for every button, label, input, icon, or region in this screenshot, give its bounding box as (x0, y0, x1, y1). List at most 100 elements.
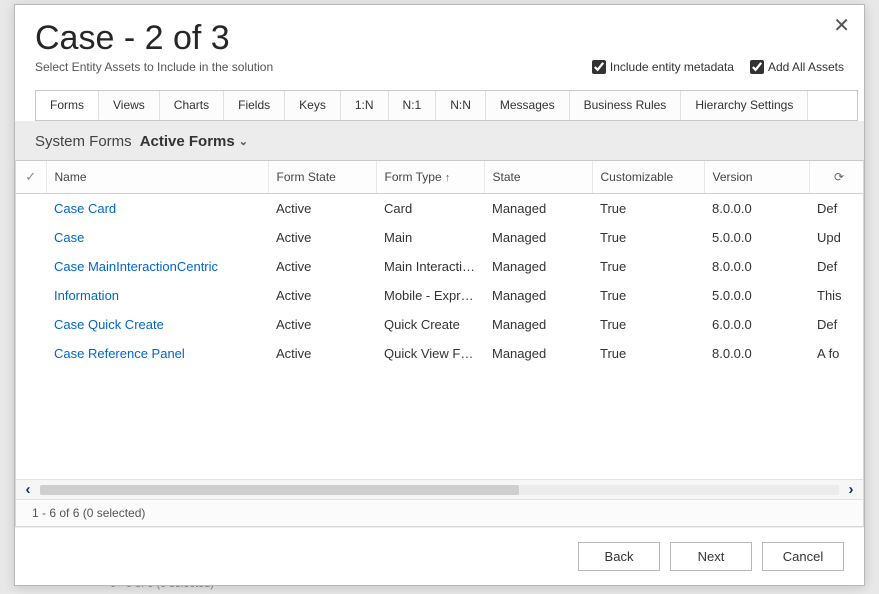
column-select-all[interactable]: ✓ (16, 161, 46, 194)
cell-form-state: Active (268, 252, 376, 281)
view-selector-label: Active Forms (140, 133, 235, 150)
cell-extra: Def (809, 310, 863, 339)
add-all-assets-label: Add All Assets (768, 60, 844, 74)
cell-name[interactable]: Information (46, 281, 268, 310)
chevron-down-icon: ⌄ (239, 135, 248, 148)
column-customizable[interactable]: Customizable (592, 161, 704, 194)
table-row[interactable]: CaseActiveMainManagedTrue5.0.0.0Upd (16, 223, 863, 252)
wizard-dialog: ✕ Case - 2 of 3 Select Entity Assets to … (14, 4, 865, 586)
table-row[interactable]: Case MainInteractionCentricActiveMain In… (16, 252, 863, 281)
cell-customizable: True (592, 281, 704, 310)
cell-form-type: Card (376, 194, 484, 224)
scroll-left-icon[interactable]: ‹ (16, 481, 40, 498)
cell-form-state: Active (268, 281, 376, 310)
view-category-label: System Forms (35, 133, 132, 150)
row-checkbox[interactable] (16, 194, 46, 224)
view-selector[interactable]: Active Forms ⌄ (140, 133, 248, 150)
tab-n1[interactable]: N:1 (389, 91, 437, 120)
grid-status-bar: 1 - 6 of 6 (0 selected) (16, 499, 863, 526)
row-checkbox[interactable] (16, 281, 46, 310)
scroll-right-icon[interactable]: › (839, 481, 863, 498)
tab-bar: Forms Views Charts Fields Keys 1:N N:1 N… (35, 90, 858, 121)
cell-version: 8.0.0.0 (704, 252, 809, 281)
cell-state: Managed (484, 252, 592, 281)
horizontal-scrollbar[interactable]: ‹ › (16, 479, 863, 499)
cell-form-state: Active (268, 339, 376, 368)
table-header-row: ✓ Name Form State Form Type State Custom… (16, 161, 863, 194)
cell-customizable: True (592, 194, 704, 224)
page-subtitle: Select Entity Assets to Include in the s… (35, 60, 273, 74)
table-row[interactable]: Case CardActiveCardManagedTrue8.0.0.0Def (16, 194, 863, 224)
dialog-header: Case - 2 of 3 Select Entity Assets to In… (15, 5, 864, 82)
cell-state: Managed (484, 339, 592, 368)
cell-extra: Def (809, 194, 863, 224)
cell-version: 8.0.0.0 (704, 194, 809, 224)
tab-keys[interactable]: Keys (285, 91, 341, 120)
column-name[interactable]: Name (46, 161, 268, 194)
tab-fields[interactable]: Fields (224, 91, 285, 120)
cell-name[interactable]: Case Quick Create (46, 310, 268, 339)
back-button[interactable]: Back (578, 542, 660, 571)
row-checkbox[interactable] (16, 252, 46, 281)
next-button[interactable]: Next (670, 542, 752, 571)
cell-extra: Def (809, 252, 863, 281)
refresh-icon: ⟳ (834, 170, 844, 184)
tab-business-rules[interactable]: Business Rules (570, 91, 682, 120)
cell-form-type: Main Interaction... (376, 252, 484, 281)
include-metadata-input[interactable] (592, 60, 606, 74)
tab-hierarchy-settings[interactable]: Hierarchy Settings (681, 91, 808, 120)
cell-extra: A fo (809, 339, 863, 368)
tab-nn[interactable]: N:N (436, 91, 486, 120)
cell-form-state: Active (268, 194, 376, 224)
tab-messages[interactable]: Messages (486, 91, 570, 120)
cell-customizable: True (592, 339, 704, 368)
cell-name[interactable]: Case Card (46, 194, 268, 224)
row-checkbox[interactable] (16, 339, 46, 368)
cell-name[interactable]: Case MainInteractionCentric (46, 252, 268, 281)
cancel-button[interactable]: Cancel (762, 542, 844, 571)
cell-form-type: Quick Create (376, 310, 484, 339)
close-button[interactable]: ✕ (833, 13, 850, 38)
cell-customizable: True (592, 223, 704, 252)
scroll-thumb[interactable] (40, 485, 519, 495)
close-icon: ✕ (833, 15, 850, 37)
cell-form-type: Quick View Form (376, 339, 484, 368)
forms-table: ✓ Name Form State Form Type State Custom… (16, 161, 863, 368)
cell-state: Managed (484, 310, 592, 339)
row-checkbox[interactable] (16, 223, 46, 252)
scroll-track[interactable] (40, 485, 839, 495)
cell-state: Managed (484, 281, 592, 310)
table-row[interactable]: InformationActiveMobile - ExpressManaged… (16, 281, 863, 310)
cell-form-state: Active (268, 223, 376, 252)
column-version[interactable]: Version (704, 161, 809, 194)
tab-forms[interactable]: Forms (36, 91, 99, 120)
cell-name[interactable]: Case Reference Panel (46, 339, 268, 368)
include-metadata-label: Include entity metadata (610, 60, 734, 74)
table-row[interactable]: Case Quick CreateActiveQuick CreateManag… (16, 310, 863, 339)
add-all-assets-checkbox[interactable]: Add All Assets (750, 60, 844, 74)
dialog-footer: Back Next Cancel (15, 527, 864, 585)
cell-version: 8.0.0.0 (704, 339, 809, 368)
cell-customizable: True (592, 310, 704, 339)
tab-charts[interactable]: Charts (160, 91, 224, 120)
cell-customizable: True (592, 252, 704, 281)
tab-1n[interactable]: 1:N (341, 91, 389, 120)
cell-state: Managed (484, 223, 592, 252)
include-metadata-checkbox[interactable]: Include entity metadata (592, 60, 734, 74)
table-row[interactable]: Case Reference PanelActiveQuick View For… (16, 339, 863, 368)
cell-form-state: Active (268, 310, 376, 339)
cell-form-type: Mobile - Express (376, 281, 484, 310)
cell-extra: Upd (809, 223, 863, 252)
cell-version: 5.0.0.0 (704, 281, 809, 310)
add-all-assets-input[interactable] (750, 60, 764, 74)
cell-name[interactable]: Case (46, 223, 268, 252)
column-refresh[interactable]: ⟳ (809, 161, 863, 194)
column-state[interactable]: State (484, 161, 592, 194)
column-form-state[interactable]: Form State (268, 161, 376, 194)
cell-version: 6.0.0.0 (704, 310, 809, 339)
cell-form-type: Main (376, 223, 484, 252)
row-checkbox[interactable] (16, 310, 46, 339)
cell-version: 5.0.0.0 (704, 223, 809, 252)
tab-views[interactable]: Views (99, 91, 160, 120)
column-form-type[interactable]: Form Type (376, 161, 484, 194)
